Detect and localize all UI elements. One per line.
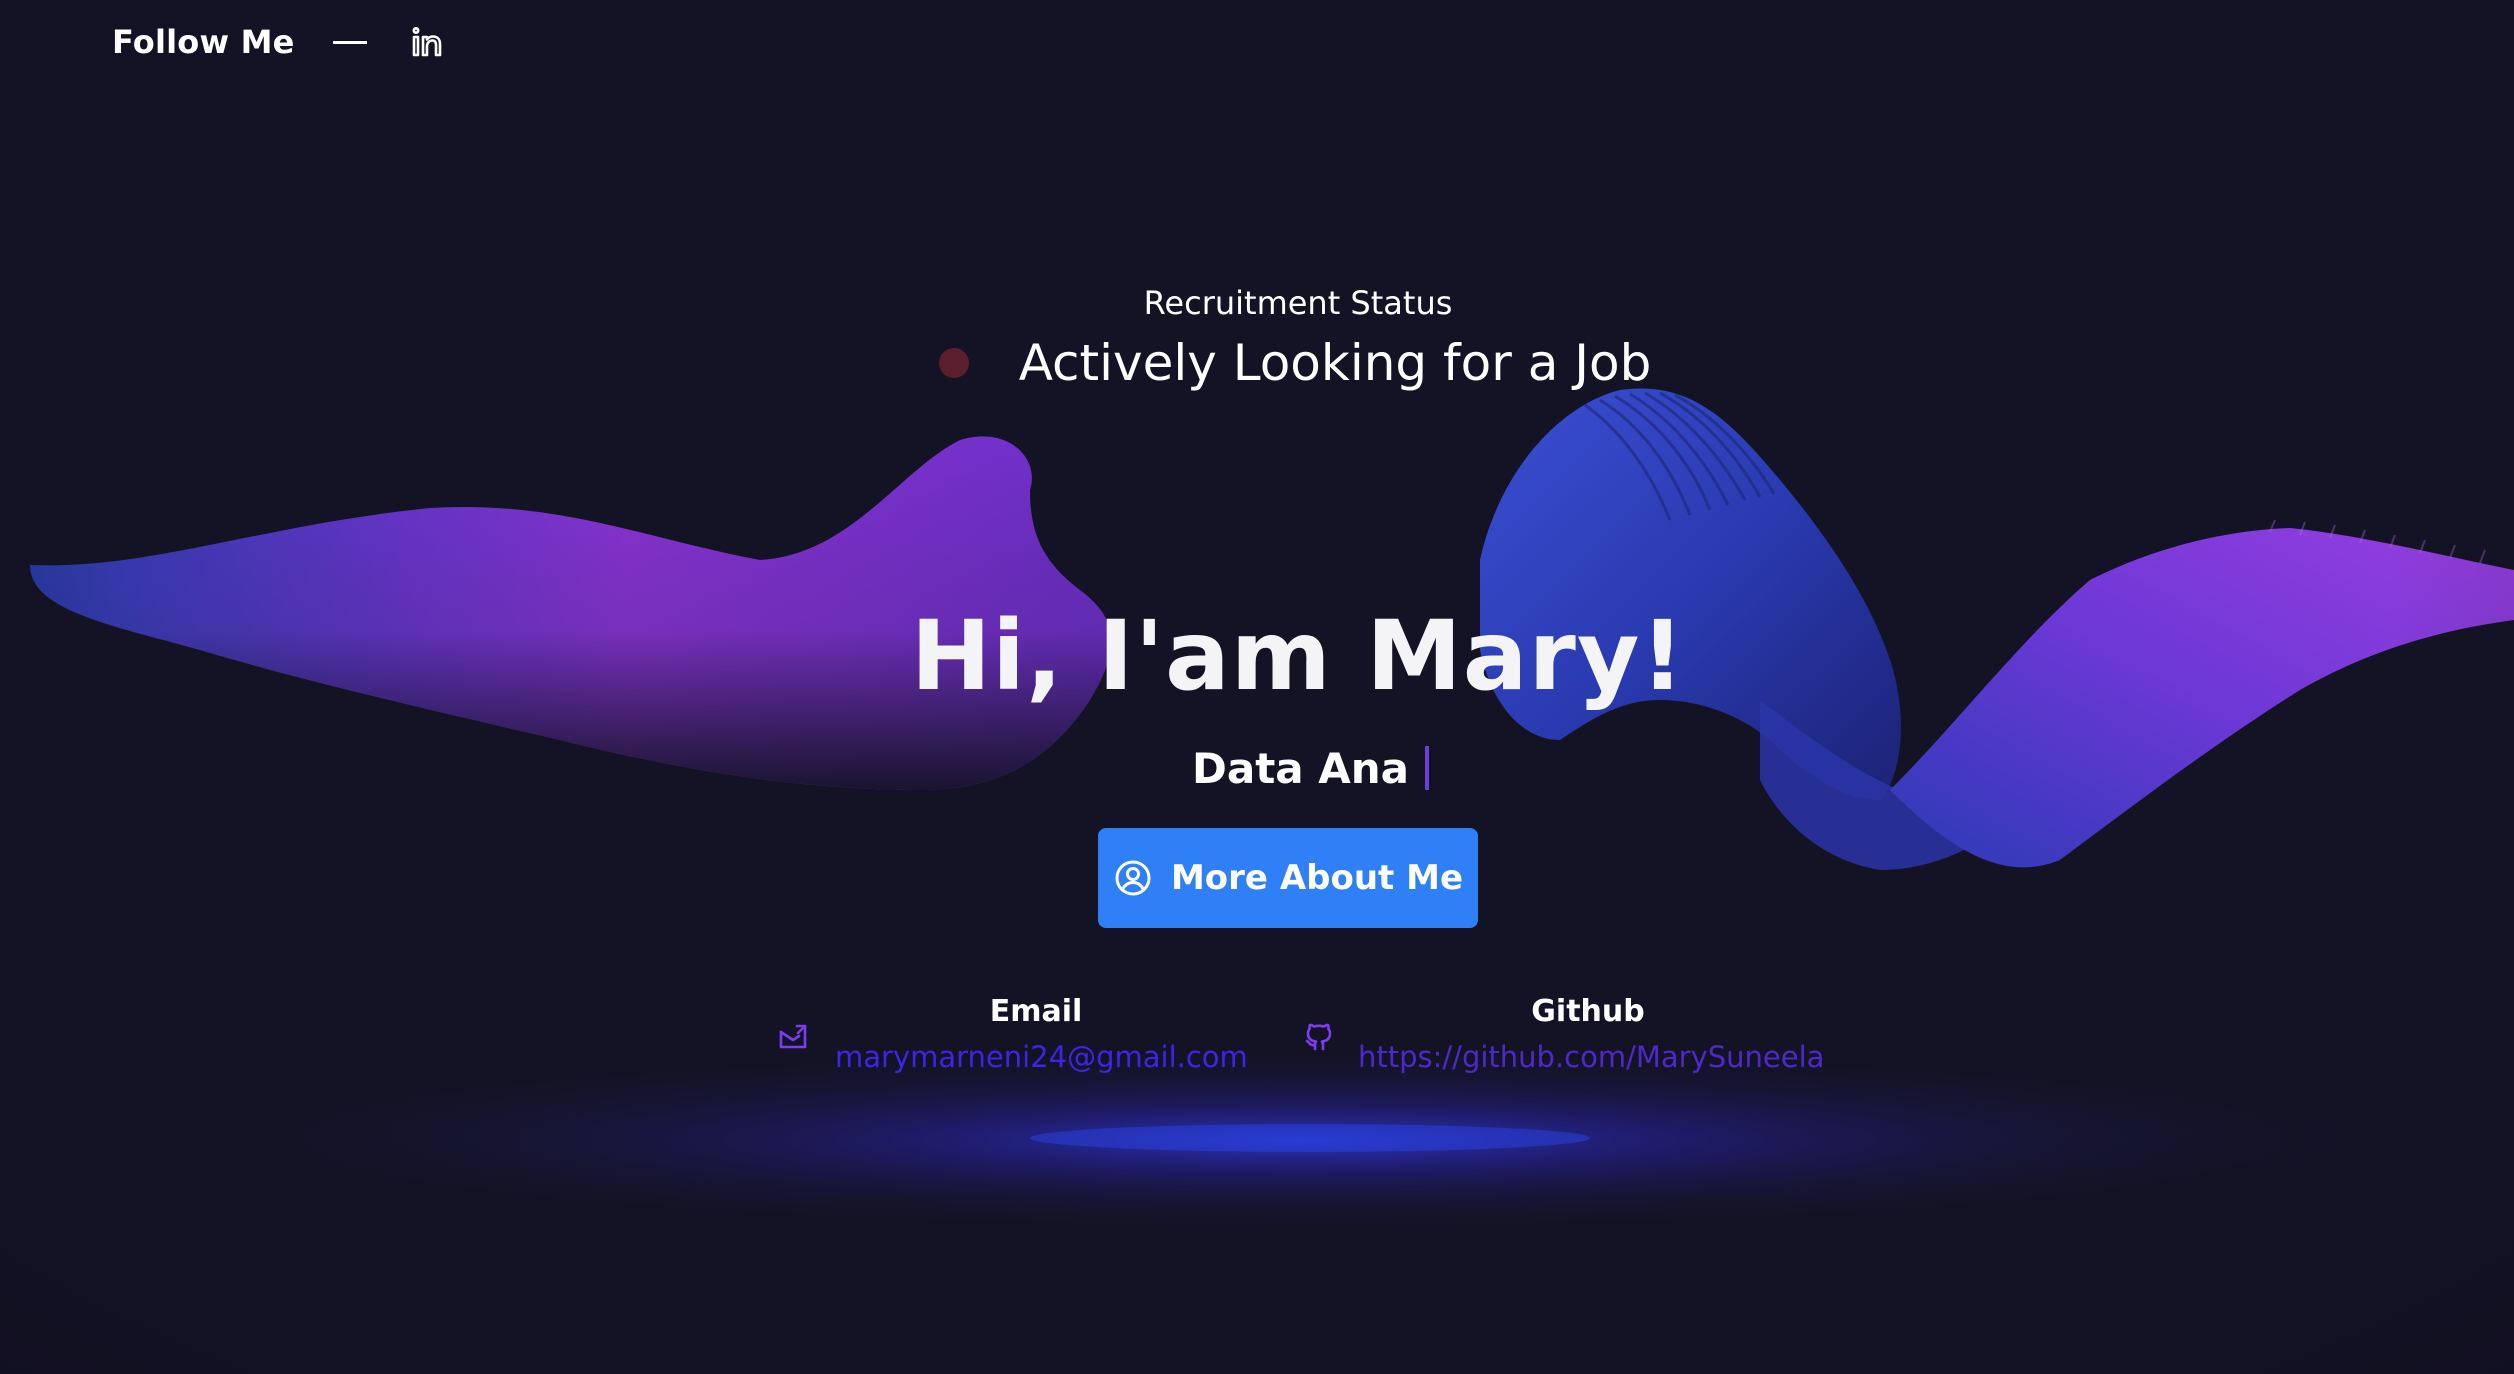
github-link[interactable]: https://github.com/MarySuneela xyxy=(1358,1040,1824,1074)
social-bar: Follow Me xyxy=(112,18,445,66)
portfolio-page: Follow Me Recruitment Status Actively Lo… xyxy=(0,0,2514,1374)
more-about-me-label: More About Me xyxy=(1170,858,1464,898)
github-heading: Github xyxy=(1531,994,1645,1029)
follow-me-label: Follow Me xyxy=(112,23,295,61)
hero-greeting: Hi, I'am Mary! xyxy=(910,600,1686,712)
typing-cursor xyxy=(1425,746,1429,790)
email-link[interactable]: marymarneni24@gmail.com xyxy=(835,1040,1248,1074)
mail-icon xyxy=(779,1024,807,1049)
hero-typing-subtitle: Data Ana xyxy=(1192,740,1429,796)
recruitment-status-text: Actively Looking for a Job xyxy=(1018,334,1652,392)
recruitment-status-row: Actively Looking for a Job xyxy=(0,334,2514,392)
typing-text: Data Ana xyxy=(1192,743,1409,793)
email-heading: Email xyxy=(989,994,1083,1029)
more-about-me-button[interactable]: More About Me xyxy=(1098,828,1478,928)
user-circle-icon xyxy=(1115,860,1151,896)
github-icon xyxy=(1305,1023,1332,1051)
divider-dash xyxy=(332,40,367,44)
status-indicator-dot xyxy=(938,348,969,378)
linkedin-icon[interactable] xyxy=(409,24,445,60)
recruitment-status-title: Recruitment Status xyxy=(1143,284,1453,322)
